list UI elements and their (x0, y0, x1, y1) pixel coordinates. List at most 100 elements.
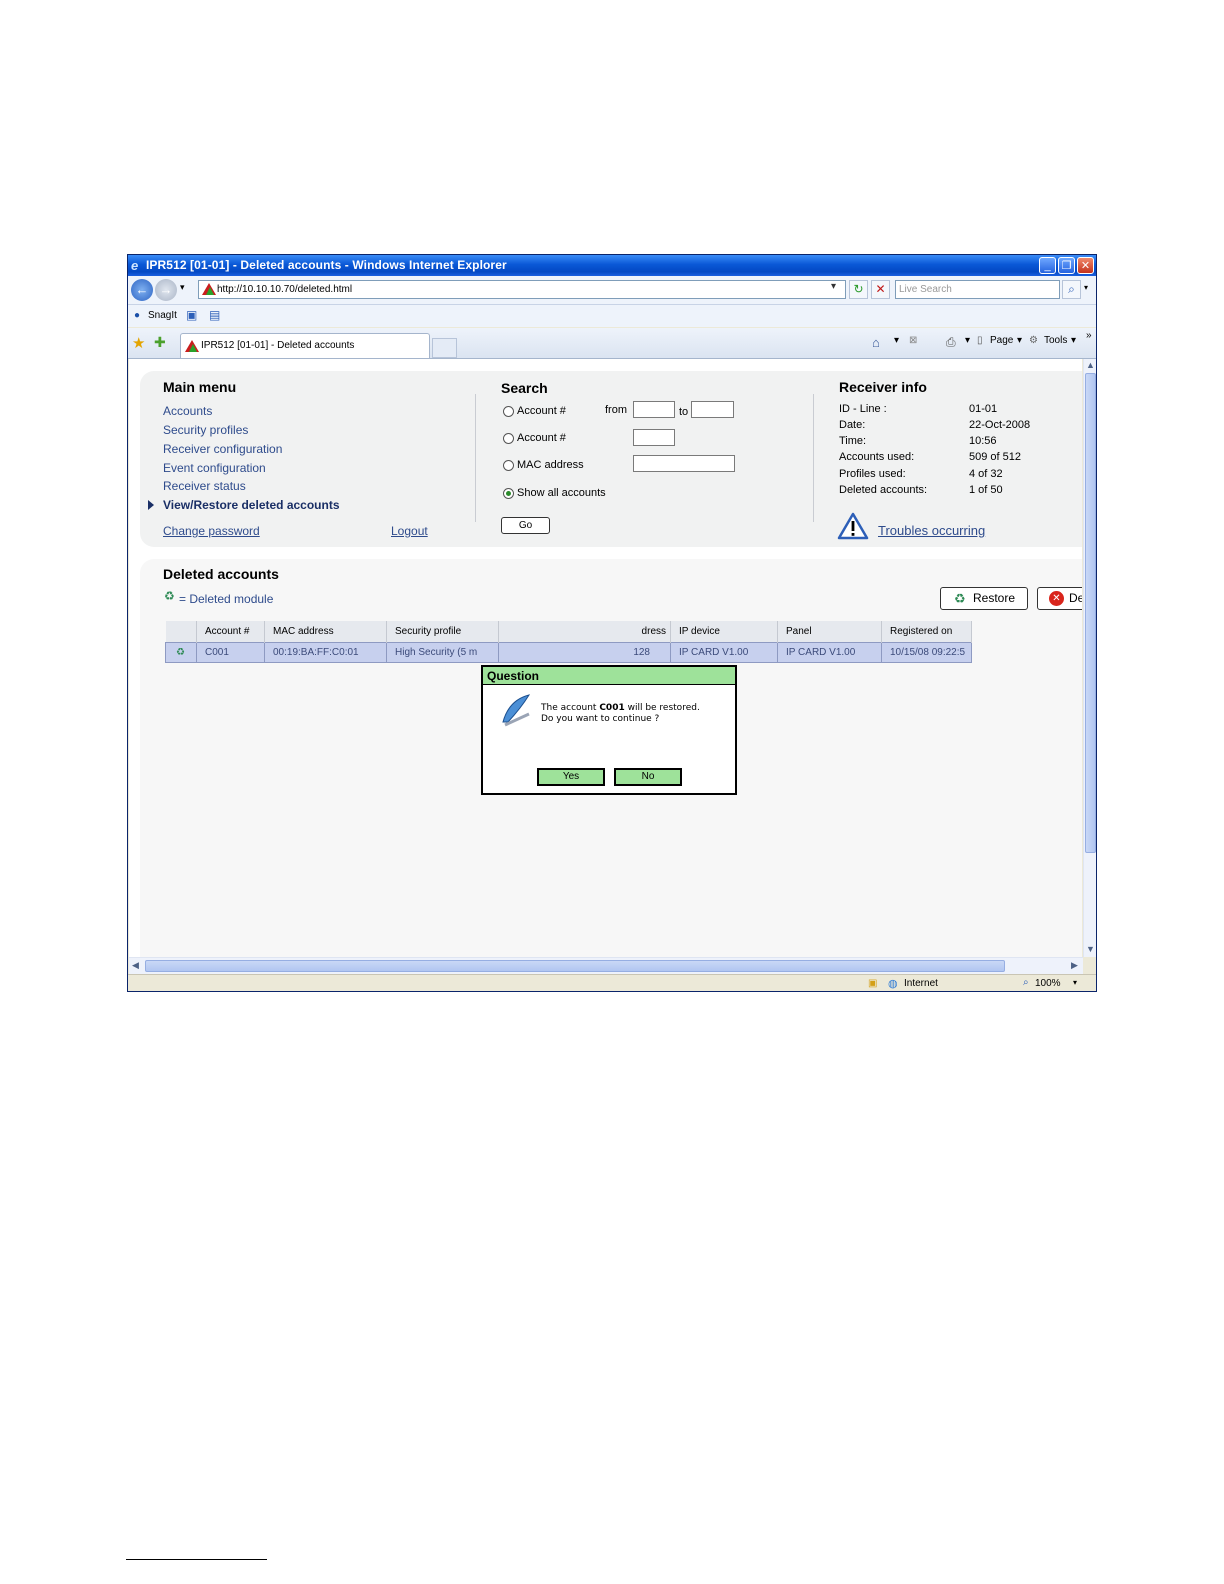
troubles-occurring-link[interactable]: Troubles occurring (878, 523, 985, 538)
address-input[interactable]: http://10.10.10.70/deleted.html (198, 280, 846, 299)
refresh-button[interactable]: ↻ (849, 280, 868, 299)
receiver-info-title: Receiver info (839, 379, 927, 395)
delete-button[interactable]: ✕ De (1037, 587, 1082, 610)
address-dropdown-icon[interactable]: ▾ (831, 281, 836, 292)
minimize-button[interactable]: _ (1039, 257, 1056, 274)
home-dropdown-icon[interactable]: ▾ (894, 335, 899, 346)
more-chevron-icon[interactable]: » (1086, 330, 1092, 341)
scroll-left-icon[interactable]: ◀ (132, 960, 139, 971)
browser-window: e IPR512 [01-01] - Deleted accounts - Wi… (127, 254, 1097, 992)
delete-button-label: De (1069, 591, 1082, 605)
snagit-button[interactable]: SnagIt (148, 310, 177, 321)
scroll-up-icon[interactable]: ▲ (1086, 360, 1095, 370)
home-icon[interactable]: ⌂ (872, 335, 880, 350)
page-content: Main menu Accounts Security profiles Rec… (129, 359, 1082, 957)
stop-button[interactable]: ✕ (871, 280, 890, 299)
yes-button[interactable]: Yes (537, 768, 605, 786)
new-tab-button[interactable] (432, 338, 457, 358)
menu-item-accounts[interactable]: Accounts (163, 404, 212, 418)
top-panel (140, 371, 1082, 547)
zoom-icon: ⌕ (1023, 977, 1029, 988)
info-value: 509 of 512 (969, 451, 1021, 463)
add-favorite-icon[interactable]: ✚ (154, 334, 166, 351)
info-label: Accounts used: (839, 451, 915, 463)
window-titlebar[interactable]: e IPR512 [01-01] - Deleted accounts - Wi… (128, 255, 1096, 276)
change-password-link[interactable]: Change password (163, 524, 260, 538)
column-header-ip-address[interactable]: dress (498, 621, 671, 643)
column-header-profile[interactable]: Security profile (386, 621, 499, 643)
info-value: 10:56 (969, 435, 997, 447)
horizontal-scroll-thumb[interactable] (145, 960, 1005, 972)
vertical-scrollbar[interactable]: ▲ ▼ (1083, 359, 1096, 957)
deleted-module-icon: ♻ (165, 642, 197, 663)
radio-account-range[interactable] (503, 406, 514, 417)
menu-item-view-restore-deleted[interactable]: View/Restore deleted accounts (163, 498, 340, 512)
page-menu[interactable]: Page (990, 335, 1013, 346)
capture-edit-icon[interactable]: ▤ (209, 308, 220, 322)
account-input[interactable] (633, 429, 675, 446)
logout-link[interactable]: Logout (391, 524, 428, 538)
radio-mac-address[interactable] (503, 460, 514, 471)
radio-mac-address-label: MAC address (517, 459, 584, 471)
table-row[interactable]: ♻ C001 00:19:BA:FF:C0:01 High Security (… (165, 642, 972, 663)
tools-menu[interactable]: Tools (1044, 335, 1067, 346)
info-label: Profiles used: (839, 468, 906, 480)
tab-title: IPR512 [01-01] - Deleted accounts (201, 340, 355, 351)
recent-pages-chevron-icon[interactable]: ▾ (180, 282, 185, 293)
search-icon[interactable]: ⌕ (1062, 280, 1081, 299)
snagit-icon: ● (134, 310, 141, 321)
menu-item-receiver-status[interactable]: Receiver status (163, 479, 246, 493)
close-window-button[interactable]: ✕ (1077, 257, 1094, 274)
table-header-row: Account # MAC address Security profile d… (165, 621, 972, 643)
restore-button[interactable]: ♻ Restore (940, 587, 1028, 610)
page-dropdown-icon[interactable]: ▾ (1017, 335, 1022, 346)
go-button[interactable]: Go (501, 517, 550, 534)
vertical-scroll-thumb[interactable] (1085, 373, 1096, 853)
radio-show-all-accounts[interactable] (503, 488, 514, 499)
back-button[interactable]: ← (131, 279, 153, 301)
deleted-accounts-title: Deleted accounts (163, 566, 279, 582)
radio-account-range-label: Account # (517, 405, 566, 417)
mac-address-input[interactable] (633, 455, 735, 472)
divider (475, 394, 476, 522)
links-toolbar: ● SnagIt ▣ ▤ (128, 305, 1096, 327)
capture-window-icon[interactable]: ▣ (186, 308, 197, 322)
column-header-panel[interactable]: Panel (777, 621, 882, 643)
search-input[interactable]: Live Search (895, 280, 1060, 299)
column-header-ip-device[interactable]: IP device (670, 621, 778, 643)
search-options-chevron-icon[interactable]: ▾ (1084, 283, 1088, 292)
column-header-account[interactable]: Account # (196, 621, 265, 643)
info-label: Date: (839, 419, 866, 431)
account-to-input[interactable] (691, 401, 734, 418)
print-dropdown-icon[interactable]: ▾ (965, 335, 970, 346)
feeds-icon[interactable]: ⊠ (909, 335, 917, 346)
print-icon[interactable]: ⎙ (946, 335, 956, 350)
deleted-module-icon: ♻ (164, 589, 175, 603)
question-dialog: Question The account C001 will be restor… (481, 665, 737, 795)
url-text: http://10.10.10.70/deleted.html (217, 284, 353, 295)
zoom-dropdown-icon[interactable]: ▾ (1073, 978, 1077, 987)
no-button[interactable]: No (614, 768, 682, 786)
account-from-input[interactable] (633, 401, 675, 418)
tab-deleted-accounts[interactable]: IPR512 [01-01] - Deleted accounts (180, 333, 430, 358)
question-feather-icon (502, 694, 531, 727)
radio-account[interactable] (503, 433, 514, 444)
restore-window-button[interactable]: ❐ (1058, 257, 1075, 274)
forward-button[interactable]: → (155, 279, 177, 301)
zoom-level[interactable]: 100% (1035, 978, 1061, 989)
tools-dropdown-icon[interactable]: ▾ (1071, 335, 1076, 346)
info-value: 22-Oct-2008 (969, 419, 1031, 431)
scroll-right-icon[interactable]: ▶ (1071, 960, 1078, 971)
warning-triangle-icon[interactable] (837, 512, 869, 540)
favorites-star-icon[interactable]: ★ (132, 334, 145, 352)
column-header-registered[interactable]: Registered on (881, 621, 972, 643)
menu-item-event-configuration[interactable]: Event configuration (163, 461, 266, 475)
column-header-mac[interactable]: MAC address (264, 621, 387, 643)
divider (813, 394, 814, 522)
security-zone[interactable]: Internet (904, 978, 938, 989)
menu-item-receiver-configuration[interactable]: Receiver configuration (163, 442, 282, 456)
horizontal-scrollbar[interactable]: ◀ ▶ (129, 957, 1083, 974)
scroll-down-icon[interactable]: ▼ (1086, 944, 1095, 954)
column-header (165, 621, 197, 643)
menu-item-security-profiles[interactable]: Security profiles (163, 423, 248, 437)
